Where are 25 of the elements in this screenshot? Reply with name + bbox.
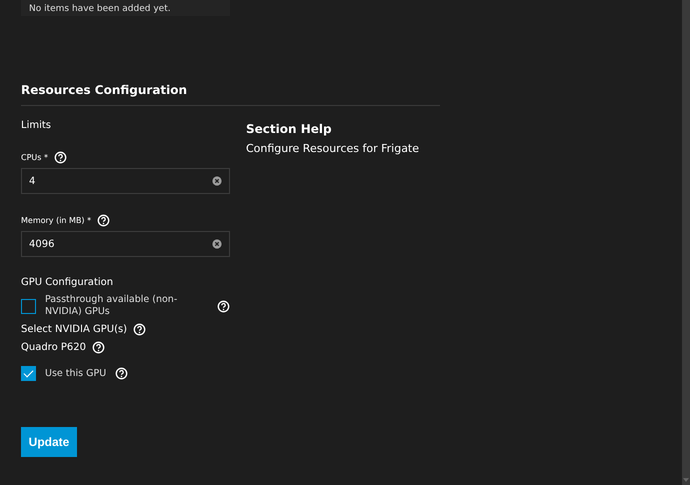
empty-list-message: No items have been added yet. [29,4,171,14]
checkbox-label: Passthrough available (non-NVIDIA) GPUs [45,294,178,318]
gpu-name: Quadro P620 [21,342,86,353]
help-icon[interactable] [92,341,105,354]
select-gpu-label: Select NVIDIA GPU(s) [21,324,128,335]
section-title: Resources Configuration [21,83,440,106]
field-label: Memory (in MB) * [21,216,92,225]
help-text: Configure Resources for Frigate [246,142,420,155]
field-label: CPUs * [21,153,48,162]
clear-icon[interactable] [212,176,222,186]
scrollbar[interactable] [682,0,690,485]
input-field[interactable]: 4096 [21,231,230,257]
clear-icon[interactable] [212,239,222,249]
help-icon[interactable] [97,214,110,227]
checkbox[interactable] [21,366,36,381]
gpu-heading: GPU Configuration [21,277,114,288]
help-icon[interactable] [54,151,67,164]
input-field[interactable]: 4 [21,168,230,194]
help-icon[interactable] [115,367,128,380]
help-title: Section Help [246,122,333,136]
checkbox[interactable] [21,298,36,314]
limits-heading: Limits [21,120,52,131]
help-icon[interactable] [217,300,230,312]
help-icon[interactable] [133,323,146,336]
checkbox-label: Use this GPU [45,368,106,380]
